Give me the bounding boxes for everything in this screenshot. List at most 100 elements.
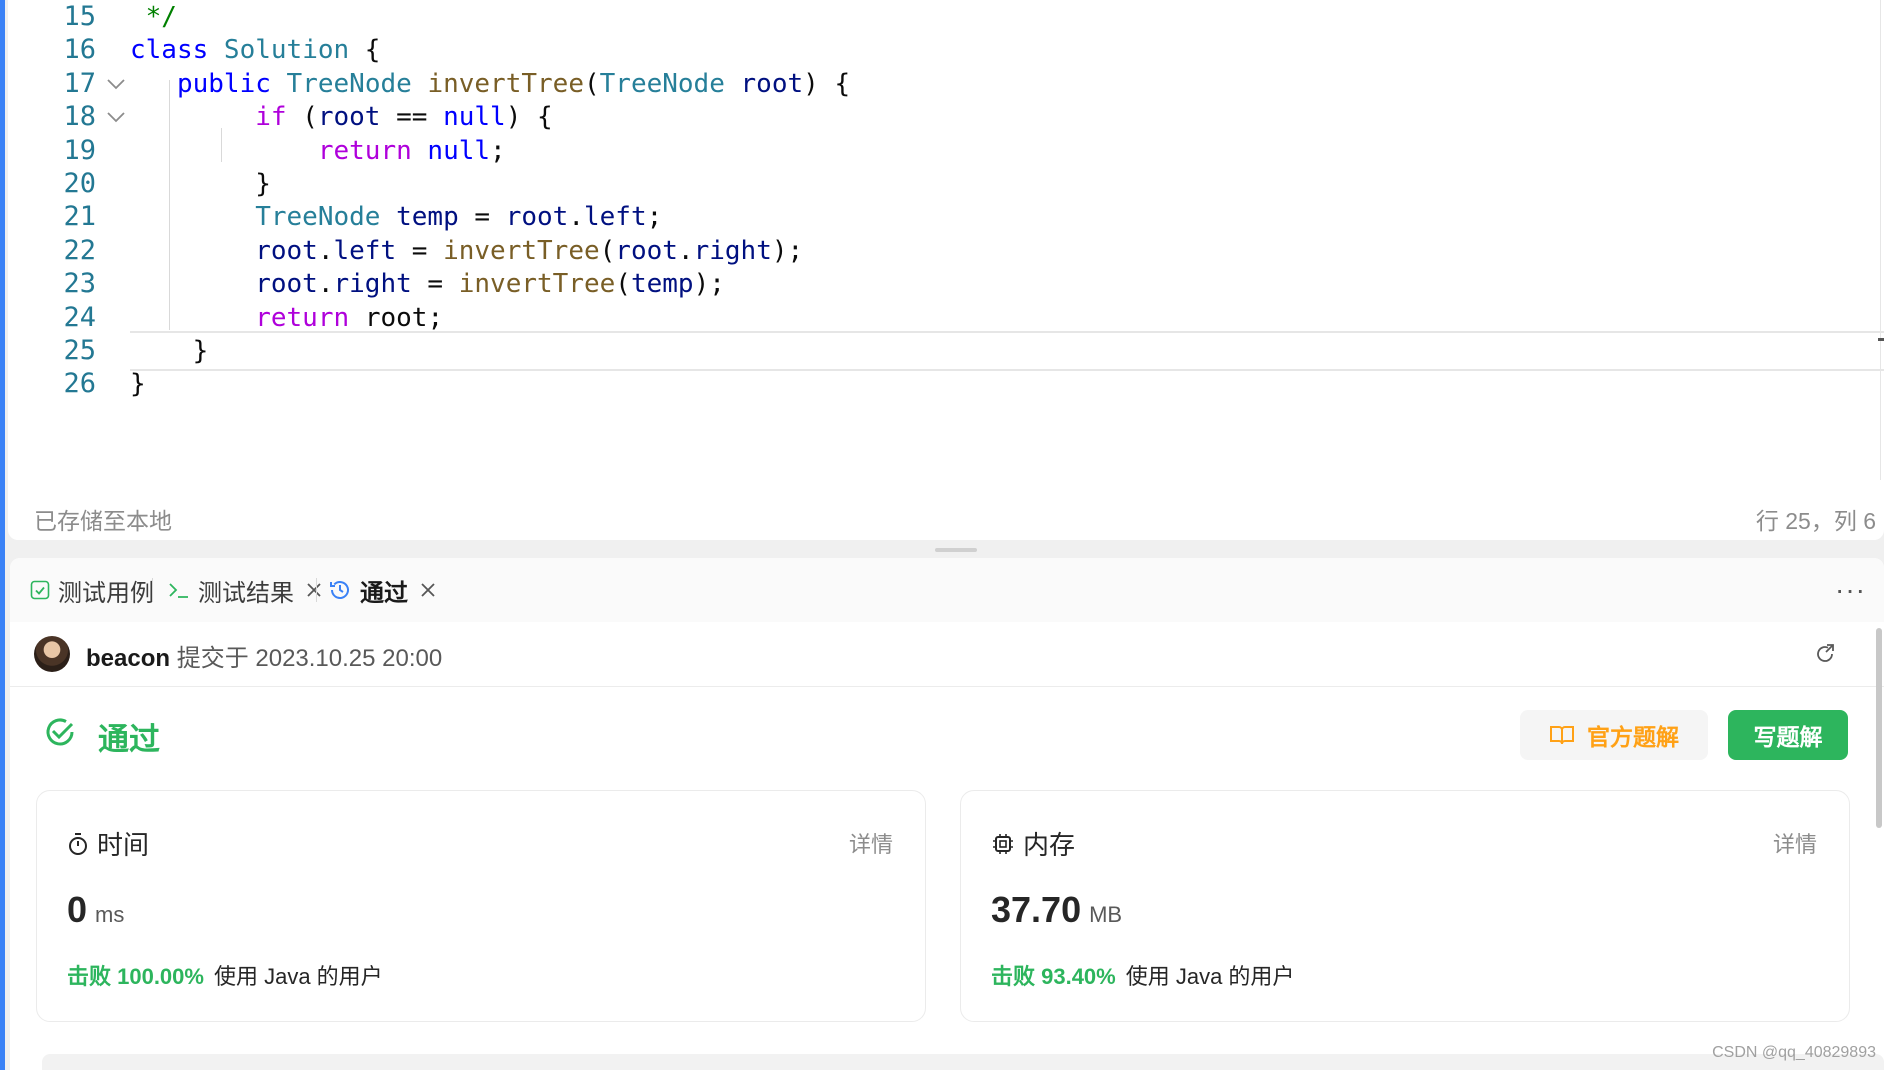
indent-guide [169,80,170,330]
memory-detail-link[interactable]: 详情 [1773,827,1817,859]
code-token: root [364,302,428,333]
memory-header: 内存 [991,825,1075,862]
code-token: root [505,202,569,233]
close-icon[interactable] [420,582,436,598]
tab-test-result[interactable]: 测试结果 [168,558,322,622]
code-token: . [677,235,694,266]
code-token: null [443,102,506,133]
code-token: ; [646,202,663,233]
chip-icon [993,833,1013,854]
more-options-icon[interactable]: ··· [1835,576,1866,604]
code-token: invertTree [458,269,616,300]
stopwatch-icon [69,832,87,855]
code-token: root [130,269,318,300]
code-token: root [317,102,381,133]
code-token: class [130,35,224,66]
submission-info: beacon 提交于 2023.10.25 20:00 [86,638,442,673]
official-solution-label: 官方题解 [1587,724,1679,750]
code-token: == [380,102,444,133]
close-icon[interactable] [306,582,322,598]
memory-unit: MB [1089,902,1123,927]
runtime-header: 时间 [67,825,149,862]
code-token: ); [693,269,725,300]
runtime-detail-link[interactable]: 详情 [849,827,893,859]
code-editor[interactable]: 15 */16 class Solution {17 public TreeNod… [8,0,1884,540]
code-token: ) { [803,68,851,99]
memory-beats: 击败 93.40% 使用 Java 的用户 [991,959,1294,991]
tab-label: 测试结果 [198,579,294,607]
editor-scrollbar-track[interactable] [1880,0,1881,480]
code-token: = [411,269,459,300]
memory-beat-text: 使用 Java 的用户 [1125,964,1295,989]
code-token: */ [130,2,177,32]
terminal-icon [168,580,190,600]
code-line[interactable]: 26} [8,364,1884,404]
tab-label: 通过 [360,579,408,607]
code-token: temp [630,269,694,300]
memory-value: 37.70 [991,889,1082,930]
submission-date: 提交于 2023.10.25 20:00 [176,645,443,672]
tab-label: 测试用例 [58,579,154,607]
external-link-icon[interactable] [1814,642,1836,669]
result-status: 通过 [98,722,160,757]
book-icon [1550,726,1574,745]
memory-beat-percent: 击败 93.40% [991,964,1116,989]
code-token: invertTree [427,68,584,99]
watermark: CSDN @qq_40829893 [1712,1044,1876,1061]
username[interactable]: beacon [86,645,170,672]
code-token: TreeNode [599,68,725,99]
memory-value-wrap: 37.70 MB [991,889,1122,931]
result-row: 通过 官方题解 写题解 [10,686,1884,776]
code-token: Solution [223,35,350,66]
code-token: ; [490,135,506,166]
code-token: public [130,68,287,99]
code-token: return [130,302,365,333]
submission-header: beacon 提交于 2023.10.25 20:00 [10,622,1884,687]
editor-status-bar: 已存储至本地 行 25，列 6 [8,494,1884,540]
tab-divider [152,578,153,602]
runtime-title: 时间 [97,830,150,860]
code-token: if [130,102,303,133]
runtime-beats: 击败 100.00% 使用 Java 的用户 [67,959,383,991]
code-token: } [130,336,209,366]
editor-scroll-marker [1878,338,1884,341]
tab-testcase[interactable]: 测试用例 [30,558,154,622]
panel-resize-handle[interactable] [935,548,977,552]
code-token: ( [599,235,616,266]
cursor-position: 行 25，列 6 [1755,508,1876,534]
code-token: TreeNode [286,68,412,99]
runtime-card[interactable]: 时间 详情 0 ms 击败 100.00% 使用 Java 的用户 [36,790,926,1022]
code-preview-strip [42,1054,1884,1070]
indent-guide [221,128,222,162]
code-token: root [615,235,678,266]
saved-status: 已存储至本地 [34,508,172,534]
code-token: left [583,202,647,233]
code-token: . [317,235,334,266]
panel-scrollbar[interactable] [1876,628,1882,828]
write-solution-button[interactable]: 写题解 [1728,710,1848,760]
code-token: ( [302,102,318,133]
code-token: right [333,269,412,300]
code-token: ; [427,302,444,333]
history-clock-icon [328,578,352,602]
panel-tab-bar: 测试用例 测试结果 通过 ··· [10,558,1884,622]
code-token: temp [396,202,459,233]
code-token: return [130,135,428,166]
code-token: root [130,235,318,266]
code-token: null [427,135,491,166]
checkbox-icon [30,580,50,600]
code-token: = [458,202,506,233]
avatar[interactable] [34,636,70,672]
tab-submission-pass[interactable]: 通过 [328,558,436,622]
official-solution-button[interactable]: 官方题解 [1520,710,1708,760]
code-token: } [130,369,146,400]
code-token: TreeNode [130,202,381,233]
code-token: ( [583,68,600,99]
write-solution-label: 写题解 [1753,724,1823,750]
runtime-unit: ms [95,902,125,927]
code-token: } [130,169,271,199]
runtime-value: 0 [67,889,88,930]
memory-card[interactable]: 内存 详情 37.70 MB 击败 93.40% 使用 Java 的用户 [960,790,1850,1022]
